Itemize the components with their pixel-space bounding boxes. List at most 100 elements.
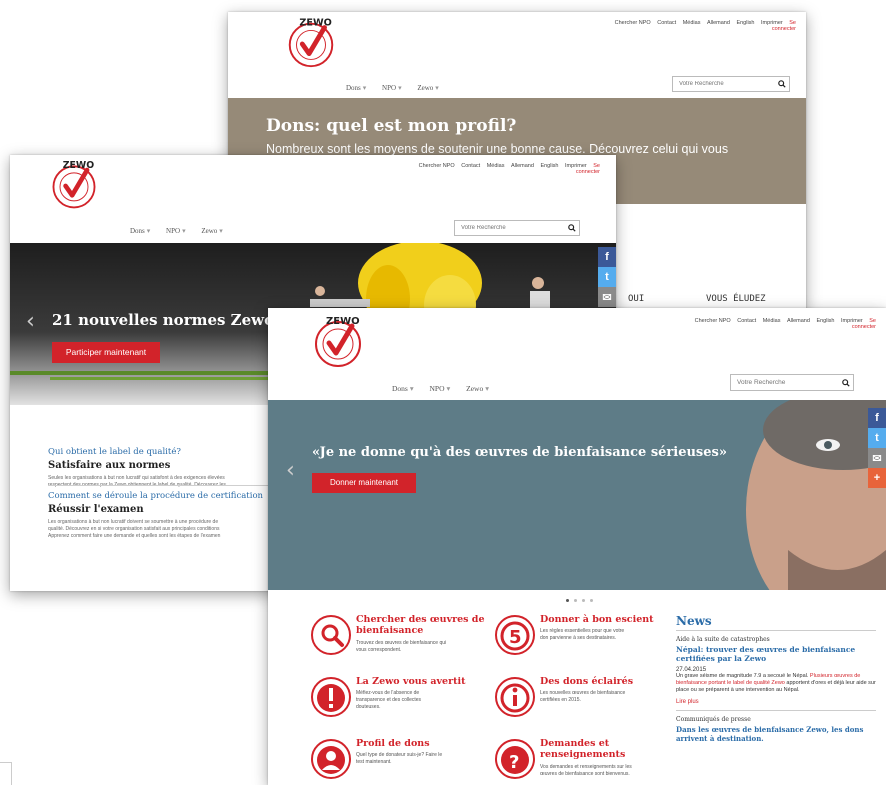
search-icon[interactable] — [775, 77, 789, 91]
feature-desc: test maintenant. — [356, 759, 392, 765]
login-link-cont[interactable]: connecter — [419, 169, 600, 175]
section-heading: Réussir l'examen — [48, 504, 144, 515]
slider-dots — [566, 599, 593, 602]
section-heading: Satisfaire aux normes — [48, 460, 171, 471]
facebook-icon[interactable]: f — [868, 408, 886, 428]
link-contact[interactable]: Contact — [657, 20, 676, 26]
nav-npo[interactable]: NPO ▾ — [166, 227, 186, 235]
top-links: Chercher NPO Contact Médias Allemand Eng… — [610, 20, 796, 32]
feature-title[interactable]: Profil de dons — [356, 738, 486, 749]
five-rules-icon: 5 — [495, 615, 535, 655]
link-chercher-npo[interactable]: Chercher NPO — [695, 318, 731, 324]
feature-desc: œuvres de bienfaisance sont bienvenus. — [540, 771, 630, 777]
donate-now-button[interactable]: Donner maintenant — [312, 473, 416, 493]
search-box[interactable] — [730, 374, 854, 391]
feature-title[interactable]: La Zewo vous avertit — [356, 676, 486, 687]
nav-zewo[interactable]: Zewo ▾ — [201, 227, 222, 235]
slider-dot[interactable] — [566, 599, 569, 602]
section-question[interactable]: Qui obtient le label de qualité? — [48, 447, 226, 457]
facebook-icon[interactable]: f — [598, 247, 616, 267]
feature-title[interactable]: Chercher des œuvres de bienfaisance — [356, 614, 486, 636]
section-text-line: Seules les organisations à but non lucra… — [48, 475, 225, 481]
link-medias[interactable]: Médias — [683, 20, 701, 26]
svg-text:ZEWO: ZEWO — [299, 18, 331, 29]
login-link-cont[interactable]: connecter — [695, 324, 876, 330]
plus-icon[interactable]: + — [868, 468, 886, 488]
search-input[interactable] — [673, 77, 775, 91]
feature-give-wisely[interactable]: 5 Donner à bon escient Les règles essent… — [494, 614, 664, 670]
slider-dot[interactable] — [590, 599, 593, 602]
feature-title[interactable]: Donner à bon escient — [540, 614, 670, 625]
donor-profile-icon — [311, 739, 351, 779]
search-input[interactable] — [731, 375, 839, 390]
link-english[interactable]: English — [540, 163, 558, 169]
nav-dons[interactable]: Dons ▾ — [346, 84, 366, 92]
feature-search-charities[interactable]: Chercher des œuvres de bienfaisance Trou… — [310, 614, 485, 670]
search-box[interactable] — [672, 76, 790, 92]
nav-dons[interactable]: Dons ▾ — [392, 384, 414, 393]
login-link-cont[interactable]: connecter — [615, 26, 796, 32]
link-english[interactable]: English — [816, 318, 834, 324]
search-box[interactable] — [454, 220, 580, 236]
slider-prev-arrow[interactable]: ‹ — [26, 309, 35, 334]
link-medias[interactable]: Médias — [763, 318, 781, 324]
news-kicker: Communiqués de presse — [676, 716, 751, 723]
twitter-icon[interactable]: t — [868, 428, 886, 448]
link-medias[interactable]: Médias — [487, 163, 505, 169]
slider-dot[interactable] — [582, 599, 585, 602]
hero-subtitle: Nombreux sont les moyens de soutenir une… — [266, 142, 729, 156]
read-more-link[interactable]: Lire plus — [676, 699, 876, 705]
feature-title[interactable]: Demandes et renseignements — [540, 738, 670, 760]
zewo-logo[interactable]: ZEWO — [282, 14, 340, 72]
link-allemand[interactable]: Allemand — [707, 20, 730, 26]
news-headline[interactable]: Népal: trouver des œuvres de bienfaisanc… — [676, 645, 876, 663]
search-input[interactable] — [455, 221, 565, 235]
section-certification-info: Comment se déroule la procédure de certi… — [48, 491, 263, 540]
news-headline[interactable]: Dans les œuvres de bienfaisance Zewo, le… — [676, 725, 876, 743]
svg-text:?: ? — [509, 752, 519, 773]
link-contact[interactable]: Contact — [737, 318, 756, 324]
zewo-logo[interactable]: ZEWO — [46, 157, 102, 213]
mail-icon[interactable]: ✉ — [598, 287, 616, 307]
section-question[interactable]: Comment se déroule la procédure de certi… — [48, 491, 263, 501]
zewo-logo[interactable]: ZEWO — [308, 312, 368, 372]
feature-informed-giving[interactable]: Des dons éclairés Les nouvelles œuvres d… — [494, 676, 664, 732]
divider — [676, 710, 876, 711]
twitter-icon[interactable]: t — [598, 267, 616, 287]
link-contact[interactable]: Contact — [461, 163, 480, 169]
slider-prev-arrow[interactable]: ‹ — [286, 458, 295, 483]
hero-quote: «Je ne donne qu'à des œuvres de bienfais… — [312, 445, 727, 460]
link-allemand[interactable]: Allemand — [511, 163, 534, 169]
nav-dons[interactable]: Dons ▾ — [130, 227, 150, 235]
feature-desc: Quel type de donateur suis-je? Faire le — [356, 752, 443, 758]
nav-npo[interactable]: NPO ▾ — [429, 384, 450, 393]
feature-donor-profile[interactable]: Profil de dons Quel type de donateur sui… — [310, 738, 480, 785]
hero-slider: «Je ne donne qu'à des œuvres de bienfais… — [268, 400, 886, 590]
feature-desc: Les règles essentielles pour que votre — [540, 628, 625, 634]
news-title: News — [676, 614, 712, 628]
nav-zewo[interactable]: Zewo ▾ — [466, 384, 489, 393]
link-allemand[interactable]: Allemand — [787, 318, 810, 324]
nav-zewo[interactable]: Zewo ▾ — [417, 84, 438, 92]
feature-questions[interactable]: ? Demandes et renseignements Vos demande… — [494, 738, 664, 785]
search-icon[interactable] — [839, 375, 853, 390]
feature-desc: don parvienne à ses destinataires. — [540, 635, 617, 641]
news-body: Un grave séisme de magnitude 7.9 a secou… — [676, 673, 876, 694]
hero-title: Dons: quel est mon profil? — [266, 116, 517, 136]
participate-button[interactable]: Participer maintenant — [52, 342, 160, 363]
feature-warnings[interactable]: La Zewo vous avertit Méfiez-vous de l'ab… — [310, 676, 480, 732]
news-column: News Aide à la suite de catastrophes Nép… — [676, 614, 876, 743]
news-body-text: Un grave séisme de magnitude 7.9 a secou… — [676, 673, 809, 679]
partial-page-edge — [0, 762, 12, 785]
link-english[interactable]: English — [736, 20, 754, 26]
link-chercher-npo[interactable]: Chercher NPO — [419, 163, 455, 169]
svg-text:ZEWO: ZEWO — [326, 316, 360, 327]
mail-icon[interactable]: ✉ — [868, 448, 886, 468]
nav-npo[interactable]: NPO ▾ — [382, 84, 402, 92]
search-icon[interactable] — [565, 221, 579, 235]
section-text-line: Les organisations à but non lucratif doi… — [48, 519, 219, 525]
slider-dot[interactable] — [574, 599, 577, 602]
feature-desc: Méfiez-vous de l'absence de — [356, 690, 420, 696]
feature-title[interactable]: Des dons éclairés — [540, 676, 670, 687]
link-chercher-npo[interactable]: Chercher NPO — [615, 20, 651, 26]
